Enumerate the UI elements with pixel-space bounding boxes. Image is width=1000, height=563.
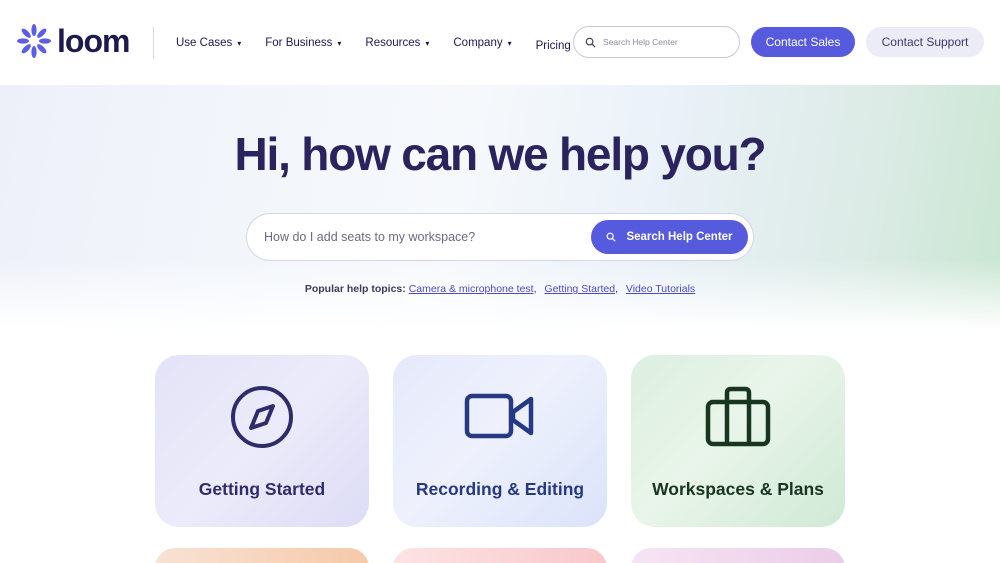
card-label: Getting Started bbox=[198, 479, 326, 499]
header-search-input[interactable]: Search Help Center bbox=[573, 26, 740, 58]
contact-support-button[interactable]: Contact Support bbox=[866, 27, 984, 57]
card-recording-editing[interactable]: Recording & Editing bbox=[393, 355, 607, 527]
header-divider bbox=[153, 27, 154, 59]
nav-company-label: Company bbox=[453, 37, 503, 49]
hero-title: Hi, how can we help you? bbox=[234, 128, 767, 180]
loom-logo-icon bbox=[17, 24, 51, 58]
card-partial-1[interactable] bbox=[155, 548, 369, 563]
chevron-down-icon: ▾ bbox=[337, 38, 342, 48]
header-search-placeholder: Search Help Center bbox=[603, 37, 678, 47]
popular-topics-label: Popular help topics: bbox=[304, 283, 406, 295]
topic-link-getting-started[interactable]: Getting Started bbox=[544, 283, 615, 295]
card-getting-started[interactable]: Getting Started bbox=[155, 355, 369, 527]
nav-for-business[interactable]: For Business ▾ bbox=[265, 37, 341, 49]
nav-for-business-label: For Business bbox=[265, 37, 333, 49]
popular-topics: Popular help topics: Camera & microphone… bbox=[0, 283, 1000, 295]
card-partial-2[interactable] bbox=[393, 548, 607, 563]
search-help-center-label: Search Help Center bbox=[626, 231, 733, 243]
card-partial-3[interactable] bbox=[631, 548, 845, 563]
loom-logo[interactable]: loom bbox=[17, 23, 130, 59]
hero-search-bar: Search Help Center bbox=[246, 213, 754, 261]
search-icon bbox=[585, 37, 596, 48]
nav-use-cases[interactable]: Use Cases ▾ bbox=[176, 37, 241, 49]
nav-use-cases-label: Use Cases bbox=[176, 37, 233, 49]
card-label: Recording & Editing bbox=[415, 479, 585, 499]
topic-link-camera-microphone[interactable]: Camera & microphone test bbox=[409, 283, 534, 295]
search-help-center-button[interactable]: Search Help Center bbox=[591, 220, 748, 254]
hero-search-input[interactable] bbox=[264, 230, 584, 244]
nav-resources[interactable]: Resources ▾ bbox=[365, 37, 429, 49]
chevron-down-icon: ▾ bbox=[507, 38, 512, 48]
main-nav: Use Cases ▾ For Business ▾ Resources ▾ C… bbox=[176, 34, 595, 52]
card-label: Workspaces & Plans bbox=[652, 479, 824, 499]
nav-company[interactable]: Company ▾ bbox=[453, 37, 511, 49]
chevron-down-icon: ▾ bbox=[237, 38, 242, 48]
contact-sales-button[interactable]: Contact Sales bbox=[751, 27, 855, 57]
video-camera-icon bbox=[464, 393, 534, 439]
chevron-down-icon: ▾ bbox=[425, 38, 430, 48]
compass-icon bbox=[231, 386, 293, 448]
search-icon bbox=[607, 232, 617, 242]
topic-link-video-tutorials[interactable]: Video Tutorials bbox=[626, 283, 695, 295]
site-header: loom Use Cases ▾ For Business ▾ Resource… bbox=[0, 0, 1000, 85]
topic-separator: , bbox=[533, 283, 537, 295]
logo-wordmark: loom bbox=[57, 23, 130, 59]
briefcase-icon bbox=[705, 386, 771, 447]
card-workspaces-plans[interactable]: Workspaces & Plans bbox=[631, 355, 845, 527]
hero-section: Hi, how can we help you? Search Help Cen… bbox=[0, 85, 1000, 330]
nav-resources-label: Resources bbox=[365, 37, 421, 49]
nav-pricing[interactable]: Pricing bbox=[536, 40, 571, 52]
topic-separator: , bbox=[615, 283, 618, 295]
